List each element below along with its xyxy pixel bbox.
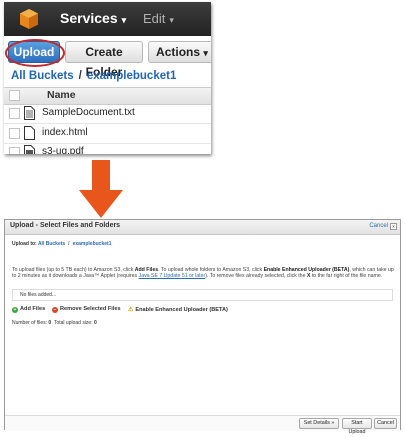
- table-row[interactable]: s3-ug.pdf: [4, 143, 211, 154]
- top-navbar: Services ▾ Edit ▾: [4, 2, 211, 36]
- instructions-text-5: to the far right of the file name.: [310, 273, 383, 280]
- file-count-label: Number of files:: [12, 320, 48, 326]
- upload-to-separator: /: [68, 241, 70, 247]
- instructions-enhanced: Enable Enhanced Uploader (BETA): [263, 267, 350, 273]
- upload-to-bucket-link[interactable]: examplebucket1: [73, 241, 112, 247]
- row-checkbox[interactable]: [9, 147, 20, 154]
- add-files-label: Add Files: [20, 306, 46, 312]
- remove-icon: −: [52, 307, 58, 313]
- upload-to-label: Upload to:: [12, 241, 37, 247]
- instructions-text-4: ). To remove files already selected, cli…: [205, 273, 307, 280]
- breadcrumb-separator: /: [78, 70, 82, 82]
- upload-dialog: Upload - Select Files and Folders Cancel…: [4, 219, 401, 435]
- upload-highlight-ring: [5, 39, 65, 67]
- actions-label: Actions: [156, 45, 201, 59]
- aws-cube-icon[interactable]: [18, 8, 40, 30]
- upload-size-label: Total upload size:: [53, 320, 93, 326]
- set-details-button[interactable]: Set Details »: [299, 418, 339, 429]
- enable-enhanced-uploader-button[interactable]: ⚠ Enable Enhanced Uploader (BETA): [128, 306, 228, 313]
- upload-to-all-buckets-link[interactable]: All Buckets: [38, 241, 65, 247]
- add-icon: +: [12, 307, 18, 313]
- dialog-cancel-link[interactable]: Cancel: [369, 223, 388, 229]
- services-label: Services: [60, 10, 118, 26]
- remove-selected-files-button[interactable]: − Remove Selected Files: [52, 306, 121, 313]
- file-name[interactable]: SampleDocument.txt: [42, 107, 135, 118]
- table-row[interactable]: index.html: [4, 124, 211, 144]
- file-icon: [24, 126, 35, 140]
- create-folder-button[interactable]: Create Folder: [65, 41, 143, 79]
- file-list: No files added...: [12, 289, 393, 301]
- enhanced-uploader-label: Enable Enhanced Uploader (BETA): [135, 307, 228, 313]
- file-icon: [24, 145, 35, 154]
- java-requirement-link[interactable]: Java SE 7 Update 51 or later: [139, 273, 206, 279]
- chevron-down-icon: ▾: [169, 15, 174, 25]
- file-icon: [24, 106, 35, 120]
- column-name-header[interactable]: Name: [47, 89, 76, 101]
- remove-selected-label: Remove Selected Files: [60, 306, 121, 312]
- upload-instructions: To upload files (up to 5 TB each) to Ama…: [12, 267, 395, 280]
- breadcrumb-bucket[interactable]: examplebucket1: [87, 70, 177, 82]
- row-checkbox[interactable]: [9, 108, 20, 119]
- services-menu[interactable]: Services ▾: [60, 10, 126, 26]
- file-name[interactable]: index.html: [42, 127, 88, 138]
- breadcrumb: All Buckets / examplebucket1: [11, 70, 176, 82]
- chevron-down-icon: ▾: [203, 48, 208, 58]
- upload-size-value: 0: [94, 320, 97, 326]
- actions-button[interactable]: Actions ▾: [148, 41, 211, 63]
- start-upload-button[interactable]: Start Upload: [342, 418, 372, 435]
- edit-menu[interactable]: Edit ▾: [143, 11, 174, 26]
- dialog-footer: Set Details » Start Upload Cancel: [5, 415, 400, 435]
- edit-label: Edit: [143, 11, 166, 26]
- dialog-title-bar: Upload - Select Files and Folders Cancel…: [5, 220, 400, 235]
- close-icon[interactable]: x: [390, 223, 397, 230]
- dialog-title: Upload - Select Files and Folders: [10, 222, 121, 229]
- add-files-button[interactable]: + Add Files: [12, 306, 45, 313]
- down-arrow-icon: [79, 160, 123, 218]
- no-files-message: No files added...: [20, 292, 57, 298]
- row-checkbox[interactable]: [9, 128, 20, 139]
- warning-icon: ⚠: [128, 307, 134, 313]
- select-all-checkbox[interactable]: [9, 90, 20, 101]
- file-name[interactable]: s3-ug.pdf: [42, 146, 84, 154]
- chevron-down-icon: ▾: [121, 15, 127, 25]
- instructions-add-files: Add Files: [134, 267, 159, 273]
- upload-summary: Number of files: 0 Total upload size: 0: [12, 320, 97, 326]
- table-row[interactable]: SampleDocument.txt: [4, 104, 211, 124]
- breadcrumb-all-buckets[interactable]: All Buckets: [11, 70, 74, 82]
- cancel-button[interactable]: Cancel: [374, 418, 397, 429]
- file-count-value: 0: [48, 320, 52, 326]
- upload-destination: Upload to: All Buckets / examplebucket1: [12, 241, 111, 247]
- instructions-text-1: To upload files (up to 5 TB each) to Ama…: [12, 267, 135, 273]
- s3-console-panel: Services ▾ Edit ▾ Upload Create Folder Act…: [4, 2, 211, 154]
- table-header: Name: [4, 87, 211, 105]
- instructions-text-2: . To upload whole folders to Amazon S3, …: [158, 267, 264, 273]
